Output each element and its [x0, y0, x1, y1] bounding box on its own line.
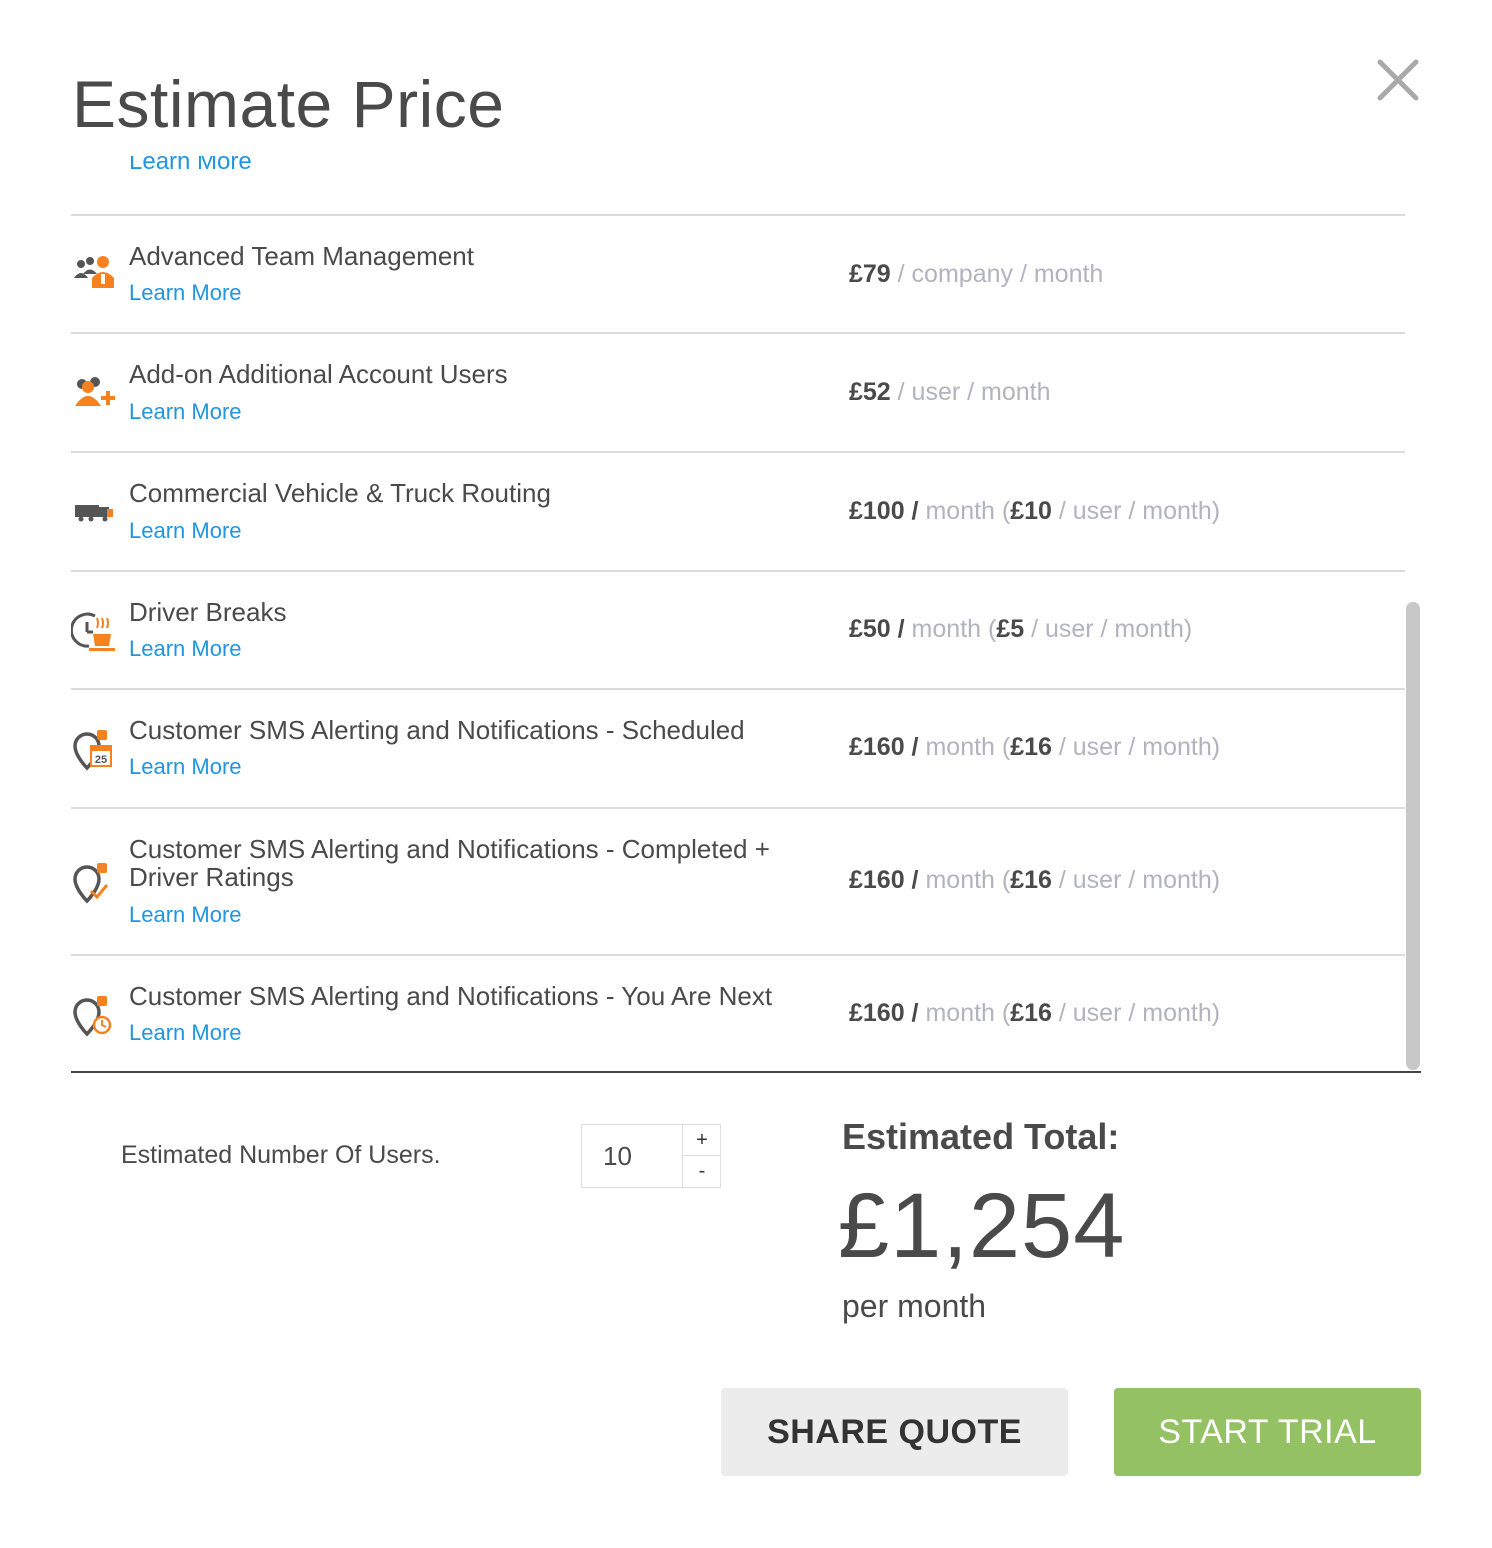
price-unit-per-user: / user / month)	[1024, 615, 1193, 643]
add-users-icon	[71, 372, 119, 416]
start-trial-button[interactable]: START TRIAL	[1114, 1388, 1421, 1476]
price-amount: £100 /	[849, 497, 919, 525]
sms-scheduled-icon: 25	[71, 728, 119, 772]
learn-more-link[interactable]: Learn More	[129, 399, 242, 425]
stepper-controls: + -	[682, 1125, 721, 1187]
item-price: £79 / company / month	[849, 260, 1103, 289]
list-scrollbar[interactable]	[1406, 602, 1420, 1070]
price-unit: month (	[918, 497, 1011, 525]
modal-title: Estimate Price	[72, 67, 505, 141]
price-amount: £160 /	[849, 733, 919, 761]
item-name: Customer SMS Alerting and Notifications …	[129, 715, 745, 745]
learn-more-link-clipped[interactable]: Learn More	[129, 156, 252, 176]
learn-more-link[interactable]: Learn More	[129, 1020, 242, 1046]
learn-more-link[interactable]: Learn More	[129, 902, 242, 928]
decrement-button[interactable]: -	[683, 1156, 721, 1187]
price-amount: £160 /	[849, 866, 919, 894]
price-unit-per-user: / user / month)	[1051, 999, 1221, 1027]
price-unit: month (	[918, 999, 1011, 1027]
list-item: Advanced Team Management Learn More £79 …	[71, 216, 1405, 334]
item-price: £160 / month (£16 / user / month)	[849, 733, 1220, 762]
item-price: £50 / month (£5 / user / month)	[849, 615, 1192, 644]
increment-button[interactable]: +	[683, 1125, 721, 1156]
list-item: Customer SMS Alerting and Notifications …	[71, 956, 1405, 1072]
users-input[interactable]	[582, 1125, 682, 1187]
item-price: £160 / month (£16 / user / month)	[849, 866, 1220, 895]
price-amount-per-user: £16	[1010, 733, 1052, 761]
coffee-break-icon	[71, 608, 119, 652]
price-unit-per-user: / user / month)	[1051, 497, 1221, 525]
price-amount-per-user: £5	[996, 615, 1025, 643]
price-amount: £79	[849, 260, 891, 288]
divider	[71, 1071, 1421, 1073]
item-price: £100 / month (£10 / user / month)	[849, 497, 1220, 526]
total-label: Estimated Total:	[842, 1116, 1120, 1157]
list-item: Add-on Additional Account Users Learn Mo…	[71, 334, 1405, 453]
price-amount: £160 /	[849, 999, 919, 1027]
learn-more-link[interactable]: Learn More	[129, 518, 242, 544]
addon-list[interactable]: Learn More Advanced Team Management Lear…	[71, 156, 1421, 1072]
price-unit-per-user: / user / month)	[1051, 733, 1221, 761]
truck-icon	[71, 493, 119, 537]
price-unit: month (	[918, 733, 1011, 761]
item-name: Commercial Vehicle & Truck Routing	[129, 478, 551, 508]
total-period: per month	[842, 1288, 987, 1324]
estimate-price-modal: Estimate Price Learn More Advanced Team …	[0, 0, 1492, 1548]
price-amount-per-user: £10	[1010, 497, 1052, 525]
close-button[interactable]	[1374, 56, 1422, 104]
sms-completed-icon	[71, 861, 119, 905]
users-stepper: + -	[581, 1124, 721, 1188]
price-unit: / company / month	[890, 260, 1104, 288]
learn-more-link[interactable]: Learn More	[129, 280, 242, 306]
learn-more-link[interactable]: Learn More	[129, 754, 242, 780]
icon-date-text: 25	[95, 754, 107, 766]
price-amount-per-user: £16	[1010, 999, 1052, 1027]
item-price: £52 / user / month	[849, 378, 1051, 407]
item-price: £160 / month (£16 / user / month)	[849, 999, 1220, 1028]
item-name: Add-on Additional Account Users	[129, 359, 508, 389]
list-item: 25 Customer SMS Alerting and Notificatio…	[71, 690, 1405, 809]
price-unit: month (	[904, 615, 997, 643]
item-name: Customer SMS Alerting and Notifications …	[129, 834, 770, 892]
item-name: Driver Breaks	[129, 597, 287, 627]
price-amount: £52	[849, 378, 891, 406]
item-name: Customer SMS Alerting and Notifications …	[129, 981, 773, 1011]
users-label: Estimated Number Of Users.	[121, 1141, 441, 1169]
list-item: Driver Breaks Learn More £50 / month (£5…	[71, 572, 1405, 690]
share-quote-button[interactable]: SHARE QUOTE	[721, 1388, 1068, 1476]
team-management-icon	[71, 250, 119, 294]
list-item: Customer SMS Alerting and Notifications …	[71, 809, 1405, 956]
learn-more-link[interactable]: Learn More	[129, 636, 242, 662]
list-item: Commercial Vehicle & Truck Routing Learn…	[71, 453, 1405, 572]
price-unit: month (	[918, 866, 1011, 894]
price-amount-per-user: £16	[1010, 866, 1052, 894]
total-amount: £1,254	[838, 1175, 1126, 1277]
item-name: Advanced Team Management	[129, 241, 474, 271]
close-icon	[1377, 59, 1419, 101]
price-amount: £50 /	[849, 615, 905, 643]
sms-you-are-next-icon	[71, 994, 119, 1038]
price-unit-per-user: / user / month)	[1051, 866, 1221, 894]
price-unit: / user / month	[890, 378, 1051, 406]
